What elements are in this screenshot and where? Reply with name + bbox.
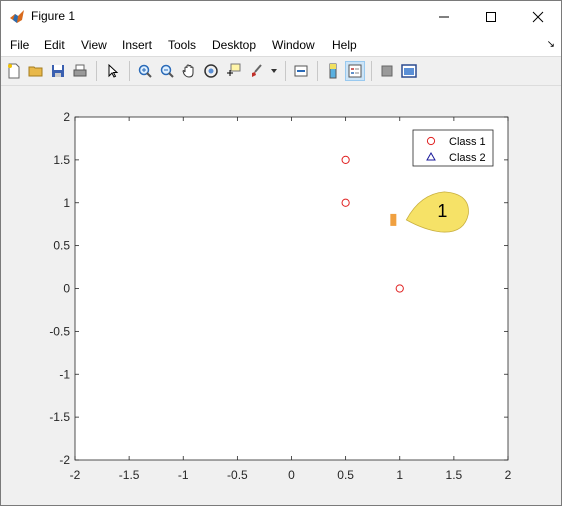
data-cursor-icon[interactable]	[223, 61, 243, 81]
colorbar-icon[interactable]	[323, 61, 343, 81]
zoom-out-icon[interactable]	[157, 61, 177, 81]
maximize-button[interactable]	[468, 1, 514, 32]
minimize-icon	[439, 16, 449, 17]
annotated-point-marker[interactable]	[390, 213, 397, 226]
print-icon[interactable]	[70, 61, 90, 81]
menu-window[interactable]: Window	[272, 38, 315, 52]
pan-hand-icon[interactable]	[179, 61, 199, 81]
x-tick-label: -1.5	[119, 468, 140, 482]
minimize-button[interactable]	[421, 1, 467, 32]
axes-background[interactable]	[75, 117, 508, 460]
brush-dropdown-icon[interactable]	[267, 61, 281, 81]
link-plot-icon[interactable]	[291, 61, 311, 81]
maximize-icon	[486, 11, 496, 22]
y-tick-label: 1	[63, 196, 70, 210]
menu-help[interactable]: Help	[332, 38, 357, 52]
legend-entry-label: Class 2	[449, 152, 486, 164]
toolbar-separator	[371, 61, 372, 81]
menu-tools[interactable]: Tools	[168, 38, 196, 52]
y-tick-label: -1	[59, 367, 70, 381]
y-tick-label: 0	[63, 282, 70, 296]
y-tick-label: 1.5	[53, 153, 70, 167]
x-tick-label: -2	[70, 468, 81, 482]
toolbar-separator	[285, 61, 286, 81]
matlab-logo-icon	[10, 10, 24, 23]
figure-toolbar	[1, 56, 561, 86]
corner-arrow-icon[interactable]: ↘	[547, 39, 555, 50]
x-tick-label: -1	[178, 468, 189, 482]
legend-entry-label: Class 1	[449, 136, 486, 148]
data-tip-label: 1	[437, 201, 447, 221]
zoom-in-icon[interactable]	[135, 61, 155, 81]
legend-icon[interactable]	[345, 61, 365, 81]
x-tick-label: 2	[505, 468, 512, 482]
figure-window: Figure 1 File Edit View Insert Tools Des…	[0, 0, 562, 506]
menu-view[interactable]: View	[81, 38, 107, 52]
toolbar-separator	[96, 61, 97, 81]
toolbar-separator	[129, 61, 130, 81]
x-tick-label: 0.5	[337, 468, 354, 482]
y-tick-label: -0.5	[49, 324, 70, 338]
save-icon[interactable]	[48, 61, 68, 81]
menu-desktop[interactable]: Desktop	[212, 38, 256, 52]
menu-bar: File Edit View Insert Tools Desktop Wind…	[1, 32, 561, 56]
y-tick-label: -2	[59, 453, 70, 467]
x-tick-label: 1.5	[446, 468, 463, 482]
x-tick-label: -0.5	[227, 468, 248, 482]
select-arrow-icon[interactable]	[103, 61, 123, 81]
y-tick-label: 0.5	[53, 239, 70, 253]
x-tick-label: 0	[288, 468, 295, 482]
window-title: Figure 1	[31, 9, 76, 23]
x-tick-label: 1	[396, 468, 403, 482]
toolbar-separator	[317, 61, 318, 81]
show-plot-tools-icon[interactable]	[399, 61, 419, 81]
menu-insert[interactable]: Insert	[122, 38, 152, 52]
brush-icon[interactable]	[247, 61, 267, 81]
menu-file[interactable]: File	[10, 38, 29, 52]
close-button[interactable]	[515, 1, 561, 32]
title-bar: Figure 1	[1, 1, 561, 32]
hide-plot-tools-icon[interactable]	[377, 61, 397, 81]
close-icon	[532, 11, 544, 22]
menu-edit[interactable]: Edit	[44, 38, 65, 52]
y-tick-label: 2	[63, 110, 70, 124]
rotate-3d-icon[interactable]	[201, 61, 221, 81]
open-file-icon[interactable]	[26, 61, 46, 81]
plot-canvas: -2 -1.5 -1 -0.5 0 0.5 1 1.5 2 2 1.5 1 0.5 0 -0.5 -1 -1.5…	[49, 110, 512, 482]
new-figure-icon[interactable]	[4, 61, 24, 81]
y-tick-label: -1.5	[49, 410, 70, 424]
